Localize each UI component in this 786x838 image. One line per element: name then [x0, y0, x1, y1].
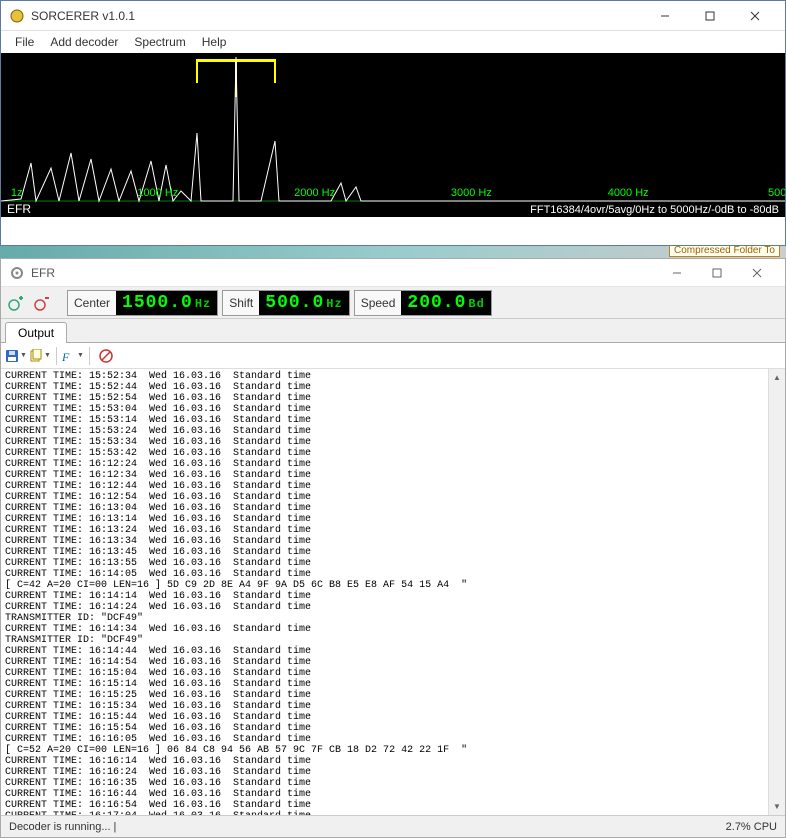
menu-help[interactable]: Help: [194, 33, 235, 51]
axis-tick: 3000 Hz: [451, 187, 492, 199]
spectrum-axis: 1z 1000 Hz 2000 Hz 3000 Hz 4000 Hz 500: [1, 187, 785, 201]
shift-unit: Hz: [326, 297, 342, 311]
status-cpu: 2.7% CPU: [726, 821, 777, 833]
background-folder-hint: Compressed Folder To: [669, 246, 780, 257]
menu-file[interactable]: File: [7, 33, 42, 51]
main-title: SORCERER v1.0.1: [31, 9, 642, 23]
remove-decoder-icon[interactable]: [31, 292, 53, 314]
output-text[interactable]: CURRENT TIME: 15:52:34 Wed 16.03.16 Stan…: [1, 369, 768, 815]
main-title-bar: SORCERER v1.0.1: [1, 1, 785, 31]
shift-param[interactable]: Shift 500.0Hz: [222, 290, 349, 316]
close-button[interactable]: [732, 2, 777, 30]
center-value: 1500.0: [122, 293, 193, 313]
axis-tick: 4000 Hz: [608, 187, 649, 199]
speed-param[interactable]: Speed 200.0Bd: [354, 290, 492, 316]
center-param[interactable]: Center 1500.0Hz: [67, 290, 218, 316]
shift-label: Shift: [223, 296, 259, 310]
spectrum-display[interactable]: 1z 1000 Hz 2000 Hz 3000 Hz 4000 Hz 500 E…: [1, 53, 785, 217]
spectrum-fft-info: FFT16384/4ovr/5avg/0Hz to 5000Hz/-0dB to…: [530, 204, 779, 216]
tabs: Output: [1, 319, 785, 343]
child-maximize-button[interactable]: [697, 260, 737, 286]
scroll-up-icon[interactable]: ▲: [769, 369, 785, 386]
output-toolbar: ▼ ▼ F▼: [1, 343, 785, 369]
output-area: CURRENT TIME: 15:52:34 Wed 16.03.16 Stan…: [1, 369, 785, 815]
decoder-status-bar: Decoder is running... | 2.7% CPU: [1, 815, 785, 837]
axis-tick: 500: [768, 187, 785, 199]
copy-button[interactable]: ▼: [29, 346, 51, 366]
scroll-down-icon[interactable]: ▼: [769, 798, 785, 815]
decoder-title-bar: EFR: [1, 259, 785, 287]
app-icon: [9, 8, 25, 24]
spectrum-mode-label: EFR: [7, 202, 31, 216]
parameter-bar: Center 1500.0Hz Shift 500.0Hz Speed 200.…: [1, 287, 785, 319]
child-minimize-button[interactable]: [657, 260, 697, 286]
maximize-button[interactable]: [687, 2, 732, 30]
speed-label: Speed: [355, 296, 402, 310]
font-button[interactable]: F▼: [62, 346, 84, 366]
axis-tick: 2000 Hz: [294, 187, 335, 199]
axis-tick: 1z: [11, 187, 23, 199]
clear-button[interactable]: [95, 346, 117, 366]
tab-output[interactable]: Output: [5, 322, 67, 343]
speed-value: 200.0: [407, 293, 466, 313]
speed-unit: Bd: [468, 297, 484, 311]
vertical-scrollbar[interactable]: ▲ ▼: [768, 369, 785, 815]
decoder-window: EFR Center 1500.0Hz Shift 500.0Hz Speed …: [0, 258, 786, 838]
axis-tick: 1000 Hz: [137, 187, 178, 199]
menu-spectrum[interactable]: Spectrum: [126, 33, 193, 51]
save-button[interactable]: ▼: [5, 346, 27, 366]
menu-add-decoder[interactable]: Add decoder: [42, 33, 126, 51]
gear-icon: [9, 265, 25, 281]
minimize-button[interactable]: [642, 2, 687, 30]
child-close-button[interactable]: [737, 260, 777, 286]
shift-value: 500.0: [265, 293, 324, 313]
menu-bar: File Add decoder Spectrum Help: [1, 31, 785, 53]
add-decoder-icon[interactable]: [5, 292, 27, 314]
main-window: SORCERER v1.0.1 File Add decoder Spectru…: [0, 0, 786, 246]
desktop-gap: Compressed Folder To: [0, 246, 786, 258]
svg-text:F: F: [62, 350, 70, 363]
decoder-title: EFR: [31, 266, 657, 280]
status-decoder-state: Decoder is running... |: [9, 821, 726, 833]
center-unit: Hz: [195, 297, 211, 311]
scroll-track[interactable]: [769, 386, 785, 798]
center-label: Center: [68, 296, 116, 310]
